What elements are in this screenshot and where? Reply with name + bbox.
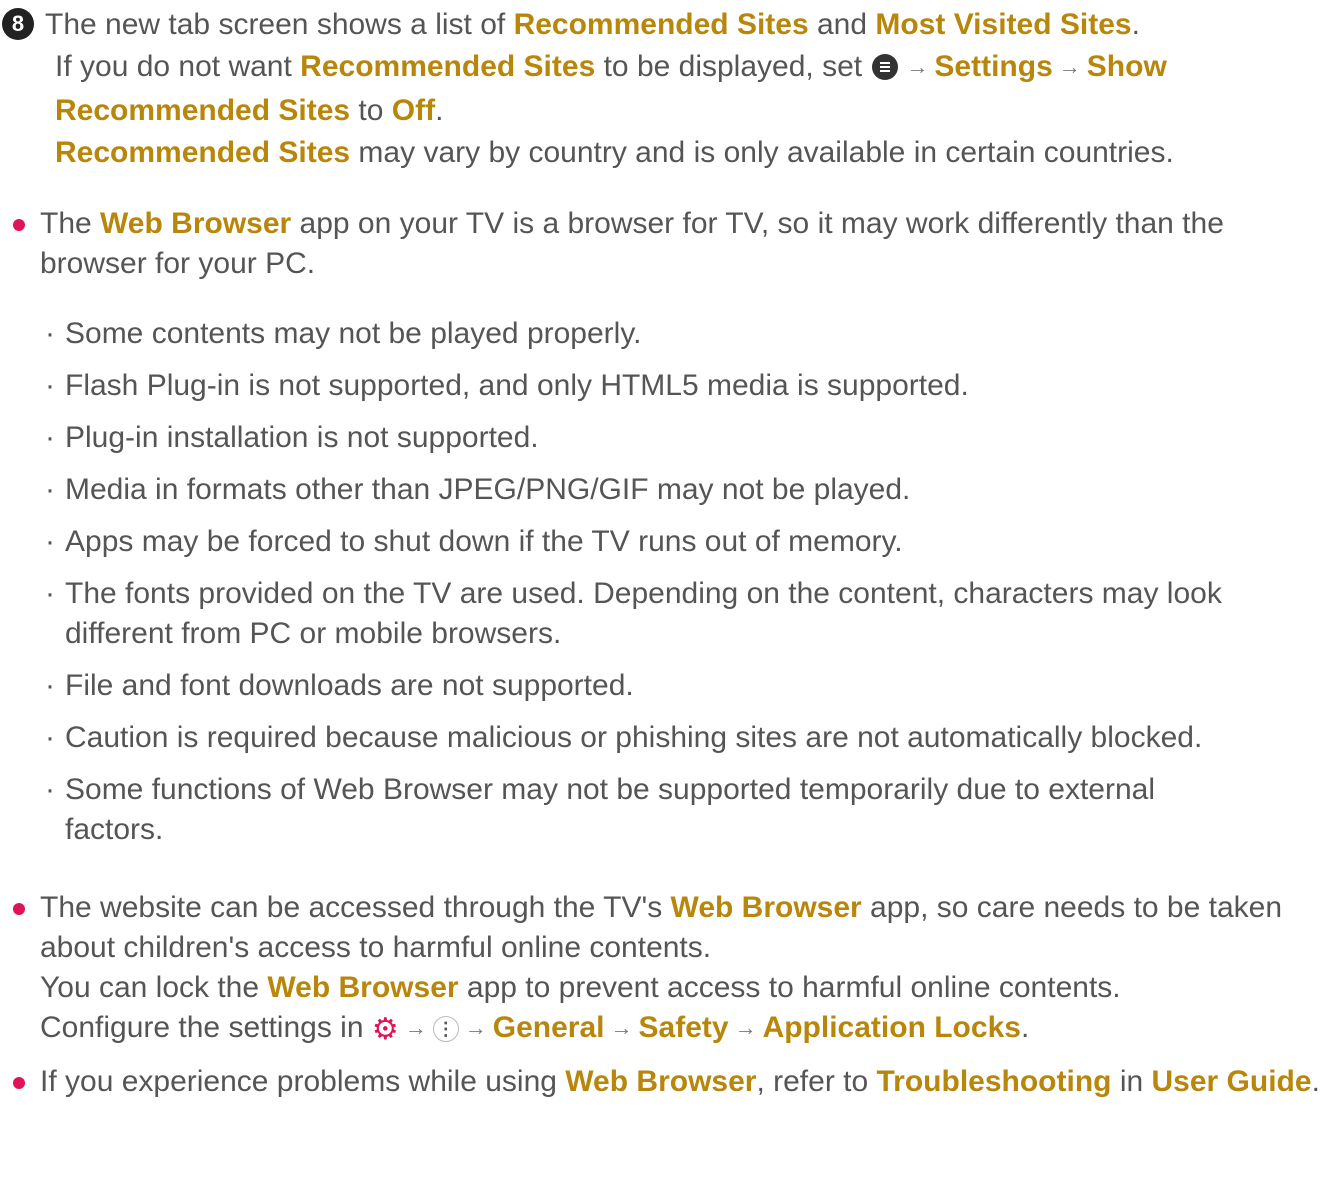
list-item: · Caution is required because malicious o…: [45, 721, 1203, 754]
arrow-icon: →: [404, 1015, 427, 1040]
limitations-list: · Some contents may not be played properl…: [0, 314, 1320, 850]
bullet-dot: [13, 219, 25, 231]
list-item: · Apps may be forced to shut down if the …: [45, 525, 903, 558]
arrow-icon: →: [734, 1015, 757, 1040]
bullet-2-line-1: The website can be accessed through the …: [40, 891, 1283, 964]
menu-icon: [872, 54, 899, 80]
list-item: · Some functions of Web Browser may not b…: [45, 773, 1156, 846]
bullet-1-text: The Web Browser app on your TV is a brow…: [40, 207, 1224, 280]
bullet-2-line-2: You can lock the Web Browser app to prev…: [40, 971, 1121, 1004]
step-8-line-3: Recommended Sites may vary by country an…: [55, 136, 1174, 169]
list-item: · The fonts provided on the TV are used. …: [45, 577, 1222, 650]
list-item: · File and font downloads are not support…: [45, 669, 634, 702]
list-item: · Plug-in installation is not supported.: [45, 421, 539, 454]
arrow-icon: →: [906, 54, 929, 79]
step-8-line-1: The new tab screen shows a list of Recom…: [45, 8, 1140, 41]
manual-page: 8 The new tab screen shows a list of Rec…: [0, 0, 1340, 1102]
bullet-troubleshooting-note: If you experience problems while using W…: [0, 1062, 1320, 1102]
bullet-2-line-3: Configure the settings in ⚙ → ⋮ → General → Sa…: [40, 1011, 1030, 1046]
arrow-icon: →: [464, 1015, 487, 1040]
bullet-dot: [13, 903, 25, 915]
bullet-web-browser-note: The Web Browser app on your TV is a brow…: [0, 204, 1320, 284]
list-item: · Some contents may not be played properl…: [45, 317, 642, 350]
step-number-badge: 8: [2, 8, 34, 40]
step-8: 8 The new tab screen shows a list of Rec…: [0, 4, 1340, 174]
more-dots-icon: ⋮: [432, 1016, 459, 1042]
arrow-icon: →: [1058, 54, 1081, 79]
list-item: · Media in formats other than JPEG/PNG/GI…: [45, 473, 911, 506]
bullet-dot: [13, 1077, 25, 1089]
list-item: · Flash Plug-in is not supported, and onl…: [45, 369, 969, 402]
step-8-line-2: If you do not want Recommended Sites to …: [55, 50, 1167, 127]
arrow-icon: →: [610, 1015, 633, 1040]
gear-icon: ⚙: [371, 1013, 399, 1046]
bullet-3-line-1: If you experience problems while using W…: [40, 1065, 1320, 1098]
bullet-child-access-note: The website can be accessed through the …: [0, 888, 1320, 1050]
